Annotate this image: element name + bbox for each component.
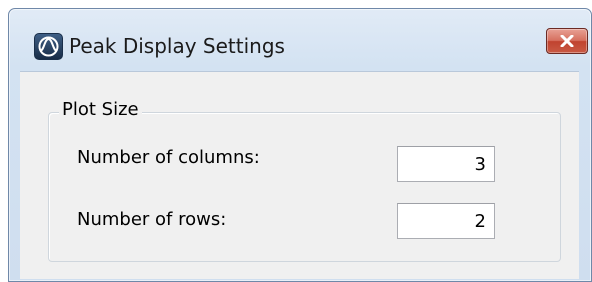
- title-bar[interactable]: Peak Display Settings: [9, 9, 591, 71]
- dialog-window: Peak Display Settings Plot Size Number o…: [8, 8, 592, 282]
- columns-input[interactable]: [397, 146, 495, 182]
- close-button[interactable]: [546, 28, 588, 54]
- columns-label: Number of columns:: [77, 147, 260, 168]
- window-title: Peak Display Settings: [69, 34, 285, 58]
- plot-size-group: [48, 112, 561, 262]
- plot-size-legend: Plot Size: [59, 97, 142, 123]
- rows-input[interactable]: [397, 203, 495, 239]
- close-icon: [560, 35, 574, 47]
- rows-label: Number of rows:: [77, 209, 227, 230]
- dialog-content: Plot Size Number of columns: Number of r…: [20, 71, 579, 279]
- peak-waveform-icon: [34, 33, 63, 60]
